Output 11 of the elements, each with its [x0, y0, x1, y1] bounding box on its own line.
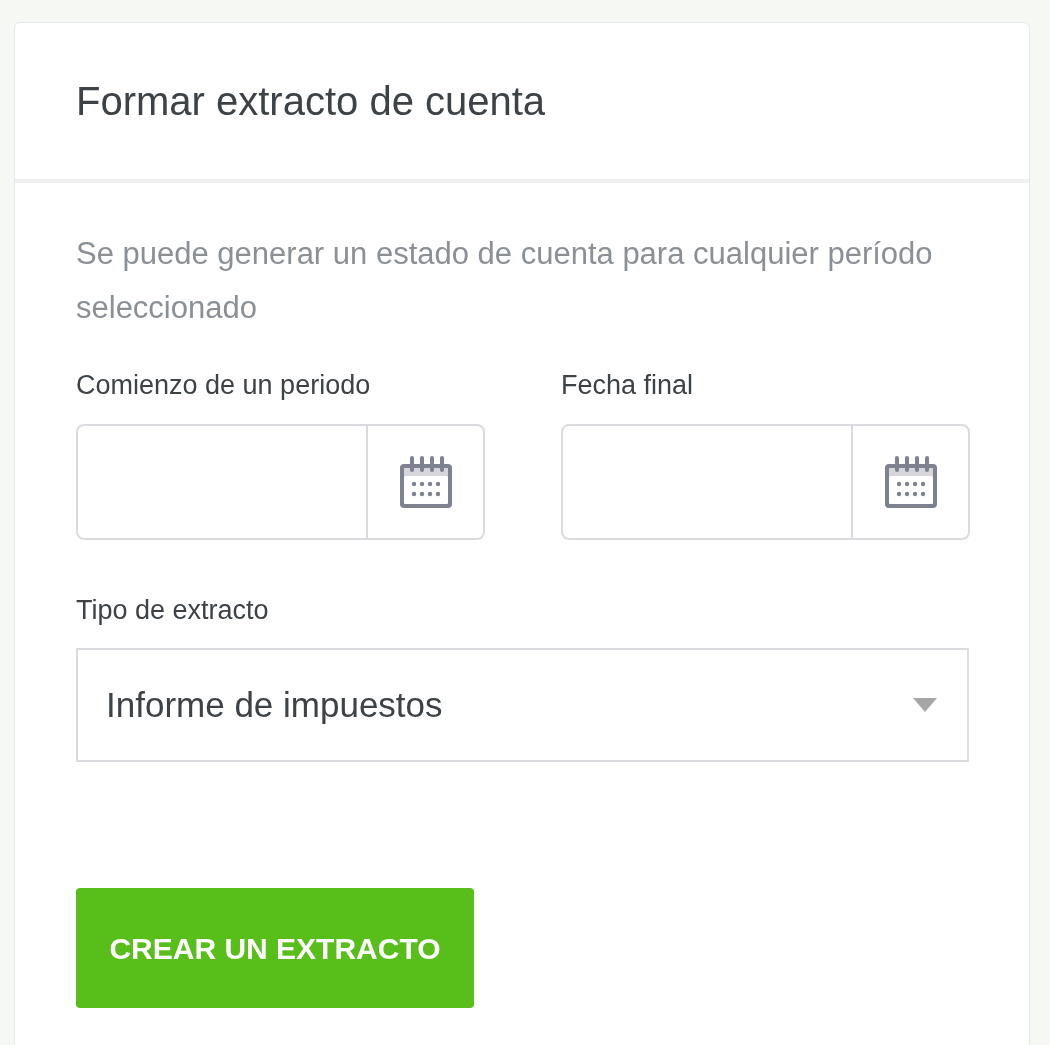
card-title: Formar extracto de cuenta: [76, 78, 546, 125]
calendar-icon: [397, 453, 454, 510]
statement-type-dropdown[interactable]: Informe de impuestos: [76, 648, 969, 762]
caret-icon: [913, 698, 937, 712]
field-label: Comienzo de un periodo: [76, 369, 372, 402]
date-field[interactable]: [76, 423, 485, 540]
field-label: Fecha final: [561, 369, 695, 402]
description-text: Se puede generar un estado de cuenta para cualquier período seleccionado: [76, 235, 934, 327]
calendar-icon: [882, 453, 939, 510]
field-label: Tipo de extracto: [76, 593, 270, 627]
date-field[interactable]: [561, 423, 970, 540]
